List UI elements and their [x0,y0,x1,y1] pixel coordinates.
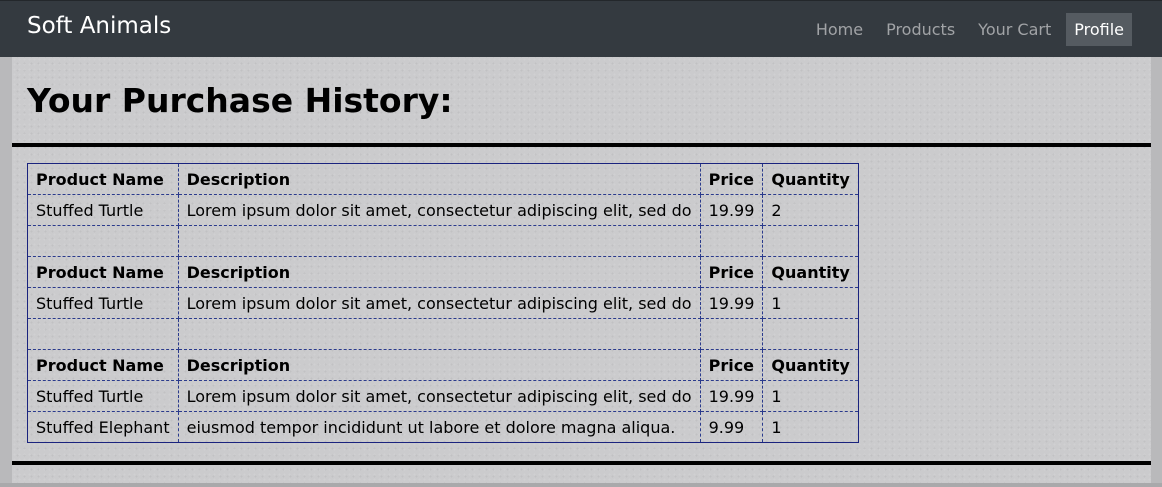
bottom-divider [12,461,1151,465]
top-navbar: Soft Animals Home Products Your Cart Pro… [0,0,1162,57]
nav-links: Home Products Your Cart Profile [801,13,1132,46]
table-header-row: Product Name Description Price Quantity [27,256,859,288]
spacer-row [27,318,859,350]
cell-quantity: 1 [762,287,859,319]
header-product-name: Product Name [27,163,179,195]
header-price: Price [699,256,764,288]
header-description: Description [177,349,701,381]
header-description: Description [177,163,701,195]
cell-description: eiusmod tempor incididunt ut labore et d… [177,411,701,443]
table-row: Stuffed Turtle Lorem ipsum dolor sit ame… [27,287,859,319]
cell-price: 19.99 [699,380,764,412]
cell-product-name: Stuffed Turtle [27,380,179,412]
table-row: Stuffed Turtle Lorem ipsum dolor sit ame… [27,194,859,226]
spacer-row [27,225,859,257]
table-row: Stuffed Turtle Lorem ipsum dolor sit ame… [27,380,859,412]
header-price: Price [699,349,764,381]
cell-product-name: Stuffed Turtle [27,194,179,226]
header-price: Price [699,163,764,195]
nav-your-cart[interactable]: Your Cart [970,13,1059,46]
cell-product-name: Stuffed Turtle [27,287,179,319]
header-description: Description [177,256,701,288]
cell-quantity: 1 [762,411,859,443]
header-quantity: Quantity [762,163,859,195]
brand-logo[interactable]: Soft Animals [27,13,171,39]
header-product-name: Product Name [27,256,179,288]
table-row: Stuffed Elephant eiusmod tempor incididu… [27,411,859,443]
nav-profile[interactable]: Profile [1066,13,1132,46]
purchase-history-table: Product Name Description Price Quantity … [27,163,859,443]
cell-description: Lorem ipsum dolor sit amet, consectetur … [177,380,701,412]
header-quantity: Quantity [762,256,859,288]
nav-products[interactable]: Products [878,13,963,46]
header-product-name: Product Name [27,349,179,381]
cell-price: 9.99 [699,411,764,443]
page-title: Your Purchase History: [27,81,453,120]
table-header-row: Product Name Description Price Quantity [27,349,859,381]
cell-description: Lorem ipsum dolor sit amet, consectetur … [177,194,701,226]
main-content: Your Purchase History: Product Name Desc… [12,57,1151,487]
cell-description: Lorem ipsum dolor sit amet, consectetur … [177,287,701,319]
nav-home[interactable]: Home [808,13,871,46]
cell-quantity: 2 [762,194,859,226]
cell-quantity: 1 [762,380,859,412]
cell-price: 19.99 [699,194,764,226]
table-header-row: Product Name Description Price Quantity [27,163,859,195]
header-quantity: Quantity [762,349,859,381]
cell-product-name: Stuffed Elephant [27,411,179,443]
cell-price: 19.99 [699,287,764,319]
top-divider [12,143,1151,147]
page-bottom-edge [0,483,1162,487]
